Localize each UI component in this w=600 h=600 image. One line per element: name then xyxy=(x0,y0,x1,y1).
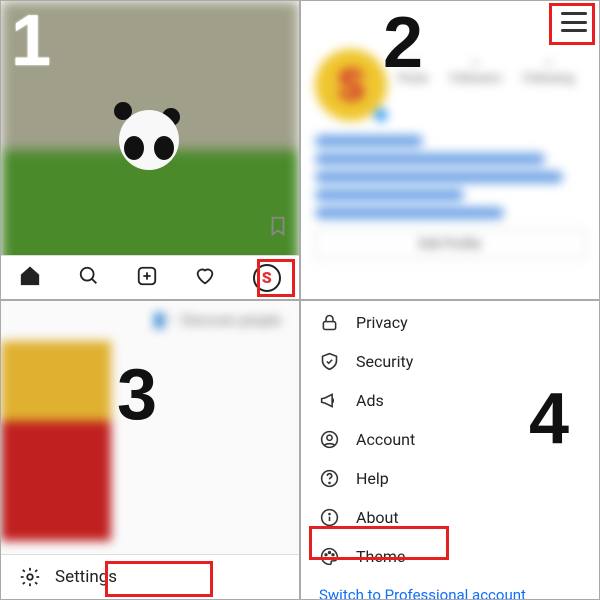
discover-people-icon[interactable]: 👤⁺ xyxy=(151,313,174,329)
add-story-badge-icon[interactable] xyxy=(373,107,389,123)
megaphone-icon xyxy=(319,390,340,411)
switch-to-professional-link[interactable]: Switch to Professional account xyxy=(301,578,599,600)
add-post-icon[interactable] xyxy=(136,265,158,291)
highlight-profile-tab xyxy=(257,259,295,297)
info-icon xyxy=(319,507,340,528)
step-2: -Posts -Followers -Following Edit Profil… xyxy=(300,0,600,300)
lock-icon xyxy=(319,312,340,333)
home-icon[interactable] xyxy=(19,265,41,291)
gear-icon xyxy=(19,566,41,588)
step-number-3: 3 xyxy=(117,359,157,431)
step-4: Privacy Security Ads Account Help About xyxy=(300,300,600,600)
bottom-nav: S xyxy=(1,255,299,299)
search-icon[interactable] xyxy=(78,265,100,291)
step-1: S 1 xyxy=(0,0,300,300)
post-thumbnail[interactable] xyxy=(1,341,111,541)
settings-item-privacy[interactable]: Privacy xyxy=(301,303,599,342)
highlight-hamburger xyxy=(549,3,595,45)
profile-body: -Posts -Followers -Following Edit Profil… xyxy=(301,43,599,259)
stat-following[interactable]: -Following xyxy=(523,53,574,85)
highlight-theme xyxy=(309,526,449,560)
settings-item-security[interactable]: Security xyxy=(301,342,599,381)
help-icon xyxy=(319,468,340,489)
settings-item-help[interactable]: Help xyxy=(301,459,599,498)
edit-profile-button[interactable]: Edit Profile xyxy=(315,229,585,259)
activity-icon[interactable] xyxy=(194,265,216,291)
step-number-4: 4 xyxy=(529,383,569,455)
stat-followers[interactable]: -Followers xyxy=(450,53,502,85)
highlight-settings xyxy=(105,561,213,597)
feed-photo-subject xyxy=(114,102,184,172)
step-3: 👤⁺ Discover people Settings 3 xyxy=(0,300,300,600)
step-number-1: 1 xyxy=(11,5,51,77)
step-number-2: 2 xyxy=(383,7,423,79)
shield-icon xyxy=(319,351,340,372)
discover-people-label[interactable]: Discover people xyxy=(182,313,281,329)
save-post-icon[interactable] xyxy=(267,215,289,241)
account-icon xyxy=(319,429,340,450)
